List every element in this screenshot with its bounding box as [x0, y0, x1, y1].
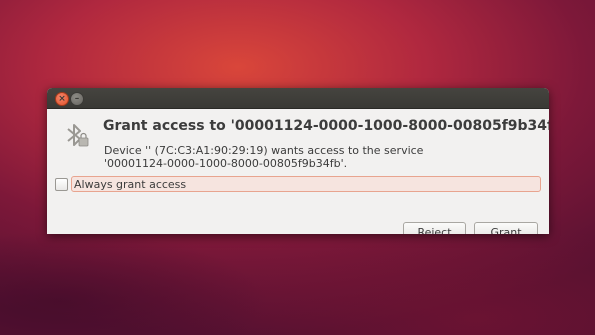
always-grant-checkbox[interactable]: [55, 178, 68, 191]
close-icon: ×: [58, 93, 66, 104]
dialog-content: Grant access to '00001124-0000-1000-8000…: [47, 109, 549, 234]
message-line-2: '00001124-0000-1000-8000-00805f9b34fb'.: [104, 157, 348, 170]
dialog-title: Grant access to '00001124-0000-1000-8000…: [103, 118, 549, 134]
close-window-button[interactable]: ×: [55, 92, 69, 106]
grant-access-dialog: × – Grant access to '00001124-0000-1000-…: [47, 88, 549, 234]
message-line-1: Device '' (7C:C3:A1:90:29:19) wants acce…: [104, 144, 424, 157]
always-grant-row[interactable]: Always grant access: [55, 176, 543, 192]
always-grant-label[interactable]: Always grant access: [71, 176, 541, 192]
reject-button[interactable]: Reject: [403, 222, 466, 234]
window-titlebar[interactable]: × –: [47, 88, 549, 109]
bluetooth-lock-icon: [67, 124, 89, 147]
dialog-message: Device '' (7C:C3:A1:90:29:19) wants acce…: [104, 144, 423, 170]
minimize-icon: –: [74, 93, 80, 104]
minimize-window-button[interactable]: –: [70, 92, 84, 106]
grant-button[interactable]: Grant: [474, 222, 538, 234]
